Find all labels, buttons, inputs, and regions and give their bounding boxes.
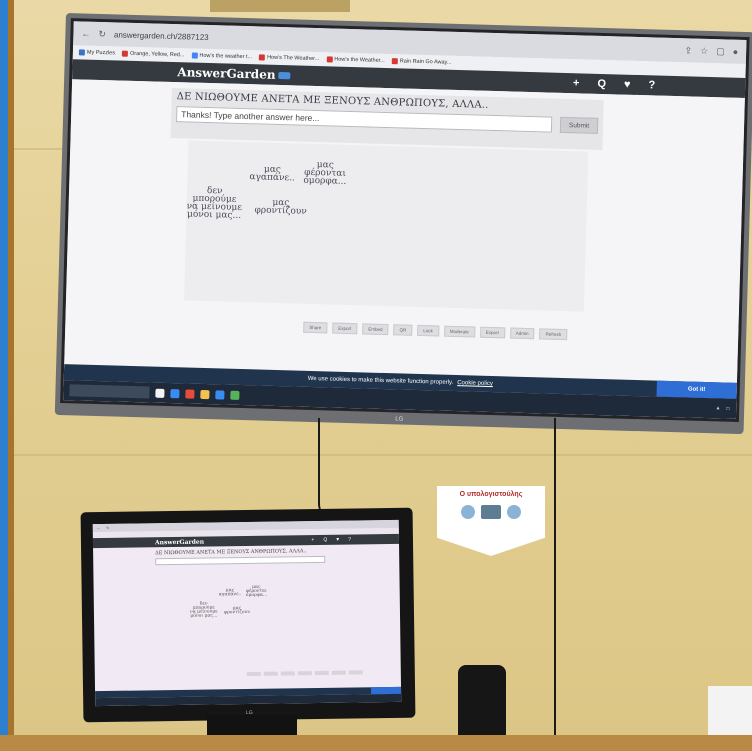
chrome-icon[interactable] [185, 388, 195, 399]
sign-illustration [461, 502, 521, 522]
app-icon[interactable] [230, 390, 240, 400]
tool-button[interactable] [314, 670, 329, 676]
bookmark[interactable]: How's the weather t... [191, 52, 252, 60]
start-icon[interactable] [155, 388, 165, 398]
cloud-word[interactable]: μας φροντίζουν [224, 606, 250, 615]
tv: ← ↻ answergarden.ch/2887123 ⇪ ☆ ▢ ● My P… [54, 13, 752, 435]
taskbar-search[interactable] [69, 384, 150, 399]
word-cloud: μας αγαπάνε.. μας φέρονται όμορφα... δεν… [184, 140, 589, 312]
search-icon[interactable]: Q [597, 78, 606, 90]
lock-button[interactable]: Lock [417, 324, 439, 337]
reload-icon[interactable]: ↻ [106, 526, 109, 530]
cookie-policy-link[interactable]: Cookie policy [457, 380, 493, 387]
plus-icon[interactable]: + [311, 537, 314, 543]
answergarden-content: ΔΕ ΝΙΩΘΟΥΜΕ ΑΝΕΤΑ ΜΕ ΞΕΝΟΥΣ ΑΝΘΡΩΠΟΥΣ, Α… [63, 79, 745, 395]
export-button[interactable]: Export [332, 322, 358, 335]
cloud-word[interactable]: μας αγαπάνε.. [219, 588, 242, 597]
search-icon[interactable]: Q [323, 537, 327, 543]
navbar-actions: + Q ♥ ? [573, 77, 656, 91]
tv-screen: ← ↻ answergarden.ch/2887123 ⇪ ☆ ▢ ● My P… [63, 21, 747, 419]
brand-text: AnswerGarden [177, 65, 276, 82]
tool-button[interactable] [348, 670, 363, 675]
back-icon[interactable]: ← [81, 28, 90, 38]
cloud-word[interactable]: μας φέρονται όμορφα... [246, 585, 268, 598]
answergarden-logo[interactable]: AnswerGarden [177, 65, 291, 82]
question-text: ΔΕ ΝΙΩΘΟΥΜΕ ΑΝΕΤΑ ΜΕ ΞΕΝΟΥΣ ΑΝΘΡΩΠΟΥΣ, Α… [155, 548, 307, 557]
heart-icon[interactable]: ♥ [624, 79, 631, 91]
export-button[interactable]: Export [479, 326, 505, 339]
answergarden-logo[interactable]: AnswerGarden [155, 538, 204, 546]
chat-icon [278, 71, 291, 80]
reload-icon[interactable]: ↻ [98, 28, 106, 39]
moderate-button[interactable]: Moderate [443, 325, 475, 338]
desktop-monitor: ← ↻ AnswerGarden + Q ♥ ? ΔΕ ΝΙΩΘΟΥΜΕ ΑΝΕΤ… [80, 507, 416, 723]
bookmark[interactable]: My Puzzles [78, 49, 115, 56]
child-figure-icon [507, 505, 521, 519]
door-frame [8, 0, 14, 751]
tray-icon: ▭ [725, 405, 731, 412]
browser-actions: ⇪ ☆ ▢ ● [684, 45, 738, 57]
tool-button[interactable] [280, 671, 295, 676]
profile-icon[interactable]: ● [733, 46, 739, 57]
submit-button[interactable]: Submit [559, 116, 599, 134]
bookmark[interactable]: How's the Weather... [326, 56, 385, 64]
tool-button[interactable] [331, 670, 346, 675]
bookmark[interactable]: Orange, Yellow, Red... [121, 50, 185, 58]
plus-icon[interactable]: + [573, 77, 580, 89]
system-tray[interactable]: ▲ ▭ [715, 405, 730, 411]
cloud-word[interactable]: δεν μπορούμε να μείνουμε μόνοι μας... [186, 186, 243, 221]
garden-tools [246, 670, 363, 677]
tv-logo: LG [395, 416, 404, 423]
share-icon[interactable]: ⇪ [684, 45, 692, 56]
tool-button[interactable] [297, 671, 312, 676]
heart-icon[interactable]: ♥ [336, 537, 339, 543]
sign-title: Ο υπολογιστούλης [459, 491, 523, 498]
app-icon[interactable] [215, 389, 225, 400]
desk-surface [0, 735, 752, 751]
cloud-word[interactable]: μας φέρονται όμορφα... [303, 160, 347, 187]
edge-icon[interactable] [170, 388, 180, 398]
tv-cable [318, 418, 332, 518]
back-icon[interactable]: ← [97, 526, 101, 530]
tray-icon: ▲ [715, 405, 721, 412]
bookmark[interactable]: Rain Rain Go Away... [391, 58, 452, 66]
question-panel: ΔΕ ΝΙΩΘΟΥΜΕ ΑΝΕΤΑ ΜΕ ΞΕΝΟΥΣ ΑΝΘΡΩΠΟΥΣ, Α… [170, 87, 604, 151]
cloud-word[interactable]: μας αγαπάνε.. [249, 165, 295, 184]
wall-seam [0, 454, 752, 456]
word-cloud: μας αγαπάνε.. μας φέρονται όμορφα... δεν… [93, 562, 400, 646]
help-icon[interactable]: ? [648, 79, 655, 91]
tool-button[interactable] [263, 671, 278, 676]
ceiling-shadow [210, 0, 350, 12]
garden-tools: Share Export Embed QR Lock Moderate Expo… [303, 321, 568, 341]
left-edge-bar [0, 0, 8, 751]
star-icon[interactable]: ☆ [700, 45, 708, 56]
tool-button[interactable] [246, 671, 261, 677]
refresh-button[interactable]: Refresh [539, 328, 568, 341]
help-icon[interactable]: ? [348, 537, 351, 543]
tv-cable [554, 418, 556, 738]
navbar-actions: + Q ♥ ? [311, 537, 351, 544]
embed-button[interactable]: Embed [362, 323, 389, 336]
qr-button[interactable]: QR [393, 324, 413, 336]
cloud-word[interactable]: δεν μπορούμε να μείνουμε μόνοι μας... [190, 602, 218, 619]
laptop-icon [481, 505, 501, 519]
bookmark[interactable]: How's The Weather... [259, 54, 319, 62]
cloud-word[interactable]: μας φροντίζουν [254, 198, 307, 217]
tv-bezel: ← ↻ answergarden.ch/2887123 ⇪ ☆ ▢ ● My P… [60, 18, 750, 422]
monitor-screen: ← ↻ AnswerGarden + Q ♥ ? ΔΕ ΝΙΩΘΟΥΜΕ ΑΝΕΤ… [92, 519, 402, 707]
tab-icon[interactable]: ▢ [716, 46, 725, 57]
child-figure-icon [461, 505, 475, 519]
admin-button[interactable]: Admin [509, 327, 535, 340]
share-button[interactable]: Share [303, 321, 328, 334]
cookie-text: We use cookies to make this website func… [307, 375, 454, 386]
folder-icon[interactable] [200, 389, 210, 399]
